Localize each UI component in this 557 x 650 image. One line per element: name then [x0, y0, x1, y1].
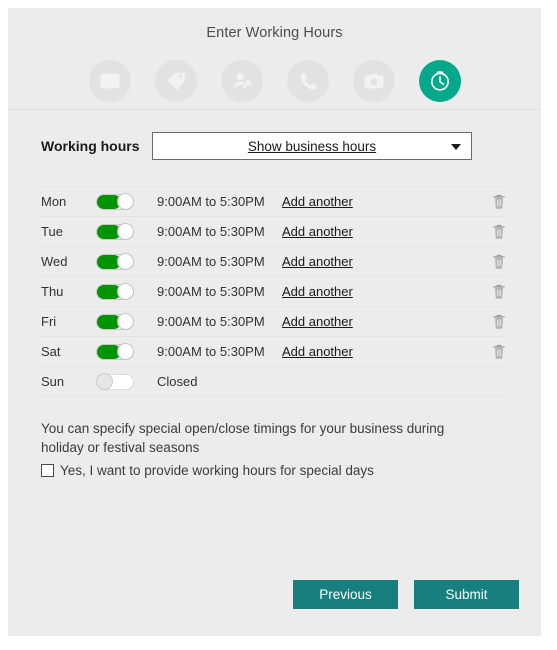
day-hours-value: 9:00AM to 5:30PM	[157, 194, 265, 209]
day-hours-list: Mon 9:00AM to 5:30PM Add another Tue 9:00AM …	[8, 186, 541, 397]
day-name: Mon	[41, 194, 67, 209]
day-enabled-toggle[interactable]	[96, 342, 134, 360]
day-enabled-toggle[interactable]	[96, 312, 134, 330]
day-hours-value: 9:00AM to 5:30PM	[157, 254, 265, 269]
step-business-info[interactable]	[88, 60, 131, 102]
special-days-note: You can specify special open/close timin…	[41, 421, 445, 455]
page-title: Enter Working Hours	[206, 25, 343, 41]
submit-button[interactable]: Submit	[414, 580, 519, 609]
step-contact[interactable]	[286, 60, 329, 102]
app-root: Enter Working Hours Working hours Show b…	[0, 0, 557, 650]
day-row: Fri 9:00AM to 5:30PM Add another	[41, 306, 508, 336]
special-days-checkbox[interactable]	[41, 464, 54, 477]
day-row: Thu 9:00AM to 5:30PM Add another	[41, 276, 508, 306]
phone-icon	[298, 71, 318, 91]
day-name: Wed	[41, 254, 68, 269]
step-people[interactable]	[220, 60, 263, 102]
id-card-icon	[99, 70, 121, 92]
trash-icon[interactable]	[492, 223, 506, 240]
tag-icon	[165, 70, 187, 92]
special-days-checkbox-label: Yes, I want to provide working hours for…	[60, 463, 374, 478]
add-another-link[interactable]: Add another	[282, 254, 353, 269]
add-another-link[interactable]: Add another	[282, 224, 353, 239]
day-enabled-toggle[interactable]	[96, 252, 134, 270]
add-another-link[interactable]: Add another	[282, 314, 353, 329]
footer-actions: Previous Submit	[8, 580, 541, 609]
step-category[interactable]	[154, 60, 197, 102]
wizard-step-strip	[8, 53, 541, 109]
day-row: Sat 9:00AM to 5:30PM Add another	[41, 336, 508, 366]
step-working-hours[interactable]	[418, 60, 461, 102]
day-enabled-toggle[interactable]	[96, 222, 134, 240]
working-hours-selector-row: Working hours Show business hours	[8, 110, 541, 160]
camera-icon	[363, 70, 385, 92]
trash-icon[interactable]	[492, 193, 506, 210]
trash-icon[interactable]	[492, 283, 506, 300]
day-row: Sun Closed	[41, 366, 508, 397]
day-hours-value: 9:00AM to 5:30PM	[157, 344, 265, 359]
day-row: Mon 9:00AM to 5:30PM Add another	[41, 186, 508, 216]
day-row: Tue 9:00AM to 5:30PM Add another	[41, 216, 508, 246]
day-name: Fri	[41, 314, 57, 329]
working-hours-select-value: Show business hours	[247, 138, 377, 154]
day-enabled-toggle[interactable]	[96, 192, 134, 210]
trash-icon[interactable]	[492, 253, 506, 270]
day-hours-value: 9:00AM to 5:30PM	[157, 284, 265, 299]
add-another-link[interactable]: Add another	[282, 344, 353, 359]
trash-icon[interactable]	[492, 313, 506, 330]
person-add-icon	[231, 70, 253, 92]
day-row: Wed 9:00AM to 5:30PM Add another	[41, 246, 508, 276]
day-hours-value: Closed	[157, 374, 198, 389]
day-name: Tue	[41, 224, 63, 239]
add-another-link[interactable]: Add another	[282, 194, 353, 209]
add-another-link[interactable]: Add another	[282, 284, 353, 299]
chevron-down-icon	[451, 144, 461, 150]
working-hours-label: Working hours	[41, 138, 140, 154]
day-name: Sun	[41, 374, 65, 389]
day-hours-value: 9:00AM to 5:30PM	[157, 314, 265, 329]
clock-icon	[428, 69, 452, 93]
day-name: Thu	[41, 284, 64, 299]
wizard-card: Enter Working Hours Working hours Show b…	[8, 8, 541, 636]
trash-icon[interactable]	[492, 343, 506, 360]
day-enabled-toggle[interactable]	[96, 372, 134, 390]
day-hours-value: 9:00AM to 5:30PM	[157, 224, 265, 239]
day-enabled-toggle[interactable]	[96, 282, 134, 300]
previous-button[interactable]: Previous	[293, 580, 398, 609]
day-name: Sat	[41, 344, 61, 359]
special-days-checkbox-row[interactable]: Yes, I want to provide working hours for…	[41, 462, 508, 480]
working-hours-select[interactable]: Show business hours	[152, 132, 472, 160]
step-photos[interactable]	[352, 60, 395, 102]
